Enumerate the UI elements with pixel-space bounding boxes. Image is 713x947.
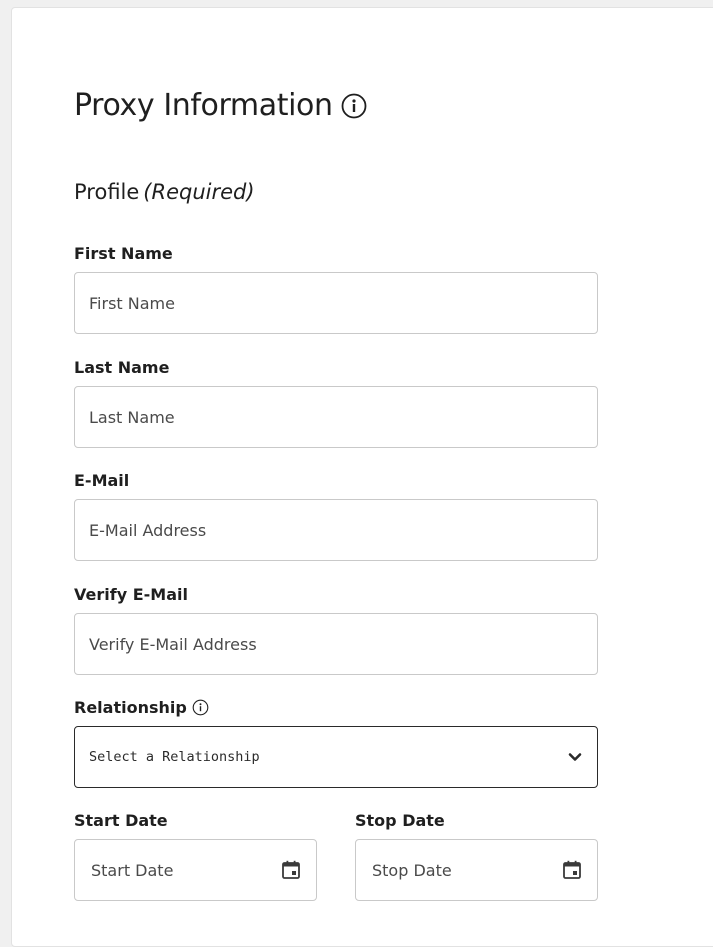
chevron-down-icon [567, 749, 583, 765]
relationship-label-row: Relationship [74, 696, 598, 718]
calendar-icon[interactable] [280, 859, 302, 881]
start-date-input-wrapper [74, 839, 317, 901]
relationship-label: Relationship [74, 697, 187, 717]
email-field: E-Mail [74, 469, 598, 561]
start-date-label: Start Date [74, 810, 168, 830]
proxy-form-card: Proxy Information Profile (Required) Firs… [11, 7, 713, 947]
relationship-select[interactable]: Select a Relationship [74, 726, 598, 788]
last-name-input[interactable] [74, 386, 598, 448]
first-name-field: First Name [74, 242, 598, 334]
stop-date-field: Stop Date [355, 809, 598, 901]
page-title: Proxy Information [74, 88, 333, 123]
email-label: E-Mail [74, 470, 130, 490]
email-input[interactable] [74, 499, 598, 561]
page-title-row: Proxy Information [74, 88, 367, 123]
relationship-select-value: Select a Relationship [89, 749, 260, 765]
stop-date-input-wrapper [355, 839, 598, 901]
info-icon[interactable] [192, 699, 209, 716]
verify-email-input[interactable] [74, 613, 598, 675]
start-date-field: Start Date [74, 809, 317, 901]
stop-date-input[interactable] [370, 859, 524, 881]
stop-date-label: Stop Date [355, 810, 445, 830]
verify-email-field: Verify E-Mail [74, 583, 598, 675]
first-name-label: First Name [74, 243, 173, 263]
last-name-field: Last Name [74, 356, 598, 448]
section-heading-profile: Profile (Required) [74, 180, 255, 204]
verify-email-label: Verify E-Mail [74, 584, 188, 604]
info-icon[interactable] [341, 93, 367, 119]
required-indicator: (Required) [143, 180, 255, 204]
first-name-input[interactable] [74, 272, 598, 334]
relationship-field: Relationship Select a Relationship [74, 696, 598, 788]
section-title: Profile [74, 180, 140, 204]
start-date-input[interactable] [89, 859, 243, 881]
last-name-label: Last Name [74, 357, 170, 377]
calendar-icon[interactable] [561, 859, 583, 881]
